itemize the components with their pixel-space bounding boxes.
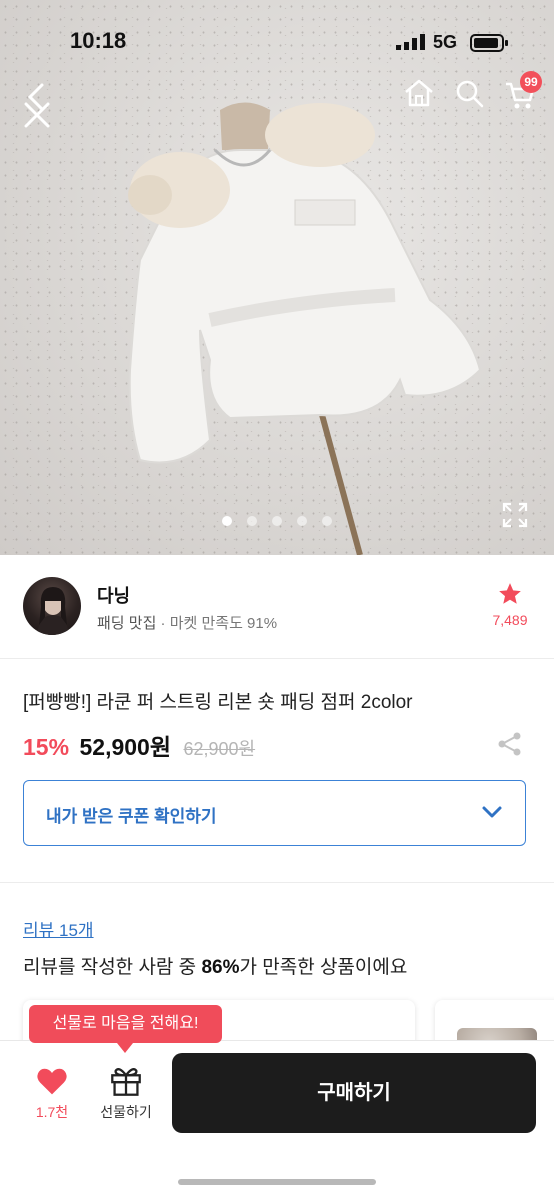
pager-dot[interactable] [222, 516, 232, 526]
chevron-down-icon [482, 806, 502, 818]
review-satisfaction-rate: 86% [201, 957, 240, 978]
pager-dot[interactable] [247, 516, 257, 526]
share-icon[interactable] [497, 731, 523, 757]
fullscreen-icon[interactable] [502, 502, 528, 528]
original-price: 62,900원 [183, 739, 256, 759]
like-button[interactable] [26, 1066, 78, 1101]
like-count: 1.7천 [35, 1104, 69, 1120]
review-count-link[interactable]: 리뷰 15개 [23, 916, 94, 941]
avatar-photo [37, 587, 69, 635]
favorite-count: 7,489 [492, 612, 528, 628]
seller-satisfaction: · 마켓 만족도 91% [160, 615, 278, 632]
seller-section[interactable]: 다닝 패딩 맛집 · 마켓 만족도 91% 7,489 [0, 555, 554, 659]
favorite-store-button[interactable] [488, 581, 532, 612]
discount-rate: 15% [23, 734, 70, 760]
seller-name[interactable]: 다닝 [97, 582, 130, 608]
signal-icon [396, 34, 425, 50]
status-time: 10:18 [70, 28, 127, 53]
price-row: 15% 52,900원 62,900원 [23, 728, 255, 760]
coupon-label: 내가 받은 쿠폰 확인하기 [46, 807, 217, 826]
tooltip-arrow [117, 1043, 133, 1053]
heart-icon [37, 1068, 67, 1095]
product-title: [퍼빵빵!] 라쿤 퍼 스트링 리본 숏 패딩 점퍼 2color [23, 692, 413, 713]
seller-avatar[interactable] [23, 577, 81, 635]
pager-dot[interactable] [322, 516, 332, 526]
home-indicator [178, 1179, 376, 1185]
coupon-check-button[interactable]: 내가 받은 쿠폰 확인하기 [23, 780, 526, 846]
battery-icon [470, 34, 508, 52]
search-icon[interactable] [455, 79, 485, 109]
gift-tooltip: 선물로 마음을 전해요! [29, 1005, 222, 1043]
section-divider [0, 882, 554, 883]
review-summary-prefix: 리뷰를 작성한 사람 중 [23, 957, 202, 978]
pager-dot[interactable] [272, 516, 282, 526]
home-icon[interactable] [403, 78, 435, 108]
gallery-pager [222, 516, 342, 528]
seller-meta: 패딩 맛집 · 마켓 만족도 91% [97, 612, 277, 633]
seller-category: 패딩 맛집 [97, 615, 157, 632]
cart-count-badge: 99 [520, 71, 542, 93]
network-type: 5G [433, 32, 458, 52]
product-image-gallery[interactable]: 10:18 5G 99 [0, 0, 554, 555]
gift-label: 선물하기 [100, 1104, 152, 1120]
review-summary-suffix: 가 만족한 상품이에요 [239, 957, 408, 978]
gift-icon [111, 1068, 141, 1096]
close-icon[interactable] [22, 100, 52, 130]
buy-button[interactable]: 구매하기 [172, 1053, 536, 1133]
star-icon [499, 583, 521, 604]
review-summary: 리뷰를 작성한 사람 중 86%가 만족한 상품이에요 [23, 952, 407, 979]
sale-price: 52,900원 [79, 734, 172, 760]
status-bar: 10:18 5G [0, 28, 554, 58]
gift-button[interactable] [106, 1066, 146, 1101]
pager-dot[interactable] [297, 516, 307, 526]
